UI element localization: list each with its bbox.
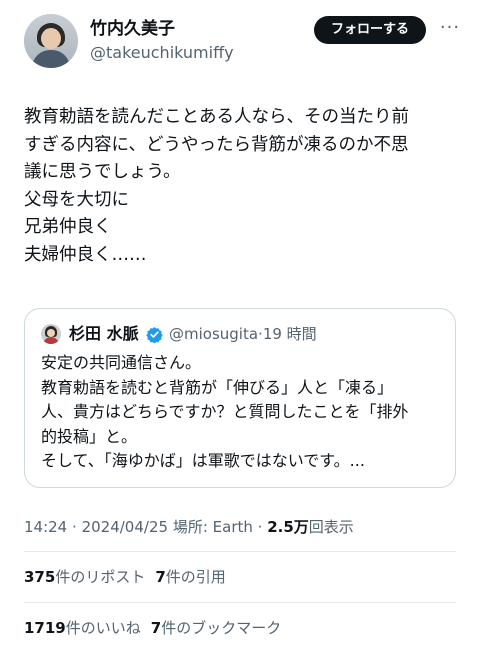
tweet-location: 場所: Earth xyxy=(172,518,253,536)
quoted-tweet[interactable]: 杉田 水脈 @miosugita·19 時間 安定の共同通信さん。教育勅語を読む… xyxy=(24,308,456,488)
quoted-line: そして、「海ゆかば」は軍歌ではないです。... xyxy=(41,451,365,470)
views-count: 2.5万 xyxy=(267,518,309,536)
reposts-count: 375 xyxy=(24,568,56,586)
quoted-text: 安定の共同通信さん。教育勅語を読むと背筋が「伸びる」人と「凍る」 人、貴方はどちら… xyxy=(41,351,441,474)
quoted-avatar-face xyxy=(47,329,55,337)
author-handle[interactable]: @takeuchikumiffy xyxy=(90,43,234,63)
likes-count: 1719 xyxy=(24,619,66,637)
author-avatar[interactable] xyxy=(24,14,78,68)
likes-label: 件のいいね xyxy=(65,619,141,637)
tweet-line: すぎる内容に、どうやったら背筋が凍るのか不思 xyxy=(24,134,409,155)
views-label: 回表示 xyxy=(308,518,354,536)
bookmarks-link[interactable]: 7件のブックマーク xyxy=(151,619,281,637)
quotes-label: 件の引用 xyxy=(165,568,226,586)
verified-badge-icon xyxy=(146,327,163,343)
tweet-line: 教育勅語を読んだことある人なら、その当たり前 xyxy=(24,107,409,127)
tweet-line: 夫婦仲良く…… xyxy=(24,244,147,265)
reposts-label: 件のリポスト xyxy=(55,568,146,586)
author-name[interactable]: 竹内久美子 xyxy=(90,18,175,40)
tweet-line: 兄弟仲良く xyxy=(24,217,112,237)
tweet-line: 議に思うでしょう。 xyxy=(24,162,181,182)
divider xyxy=(24,551,456,552)
quoted-line: 人、貴方はどちらですか？と質問したことを「排外 xyxy=(41,402,409,421)
quoted-line: 的投稿」と。 xyxy=(41,426,138,446)
quoted-line: 教育勅語を読むと背筋が「伸びる」人と「凍る」 xyxy=(41,377,394,397)
quoted-time: 19 時間 xyxy=(262,325,317,343)
reposts-link[interactable]: 375件のリポスト xyxy=(24,568,145,586)
tweet-meta: 14:24 · 2024/04/25 場所: Earth · 2.5万回表示 xyxy=(24,517,354,537)
likes-link[interactable]: 1719件のいいね xyxy=(24,619,141,637)
tweet-date[interactable]: 2024/04/25 xyxy=(82,518,168,536)
more-icon[interactable]: ··· xyxy=(438,16,462,44)
meta-dot: · xyxy=(72,518,77,536)
follow-button[interactable]: フォローする xyxy=(314,16,426,44)
quoted-handle: @miosugita xyxy=(169,325,259,343)
stats-row-reposts: 375件のリポスト 7件の引用 xyxy=(24,567,226,587)
bookmarks-label: 件のブックマーク xyxy=(161,619,282,637)
quoted-avatar-body xyxy=(43,337,59,344)
meta-dot: · xyxy=(257,518,263,536)
quotes-count: 7 xyxy=(155,568,166,586)
quoted-line: 安定の共同通信さん。 xyxy=(41,353,202,372)
quoted-author-name: 杉田 水脈 xyxy=(69,324,139,343)
bookmarks-count: 7 xyxy=(150,619,162,637)
tweet-header: 竹内久美子 @takeuchikumiffy フォローする ··· xyxy=(0,0,480,90)
tweet-time[interactable]: 14:24 xyxy=(24,518,67,536)
quotes-link[interactable]: 7件の引用 xyxy=(155,568,225,586)
quoted-author-avatar xyxy=(41,324,61,344)
avatar-face xyxy=(41,28,61,49)
quoted-meta: @miosugita·19 時間 xyxy=(169,323,317,345)
tweet-text: 教育勅語を読んだことある人なら、その当たり前 すぎる内容に、どうやったら背筋が凍る… xyxy=(24,104,464,269)
tweet-line: 父母を大切に xyxy=(24,189,129,210)
stats-row-likes: 1719件のいいね 7件のブックマーク xyxy=(24,618,281,638)
divider xyxy=(24,602,456,603)
